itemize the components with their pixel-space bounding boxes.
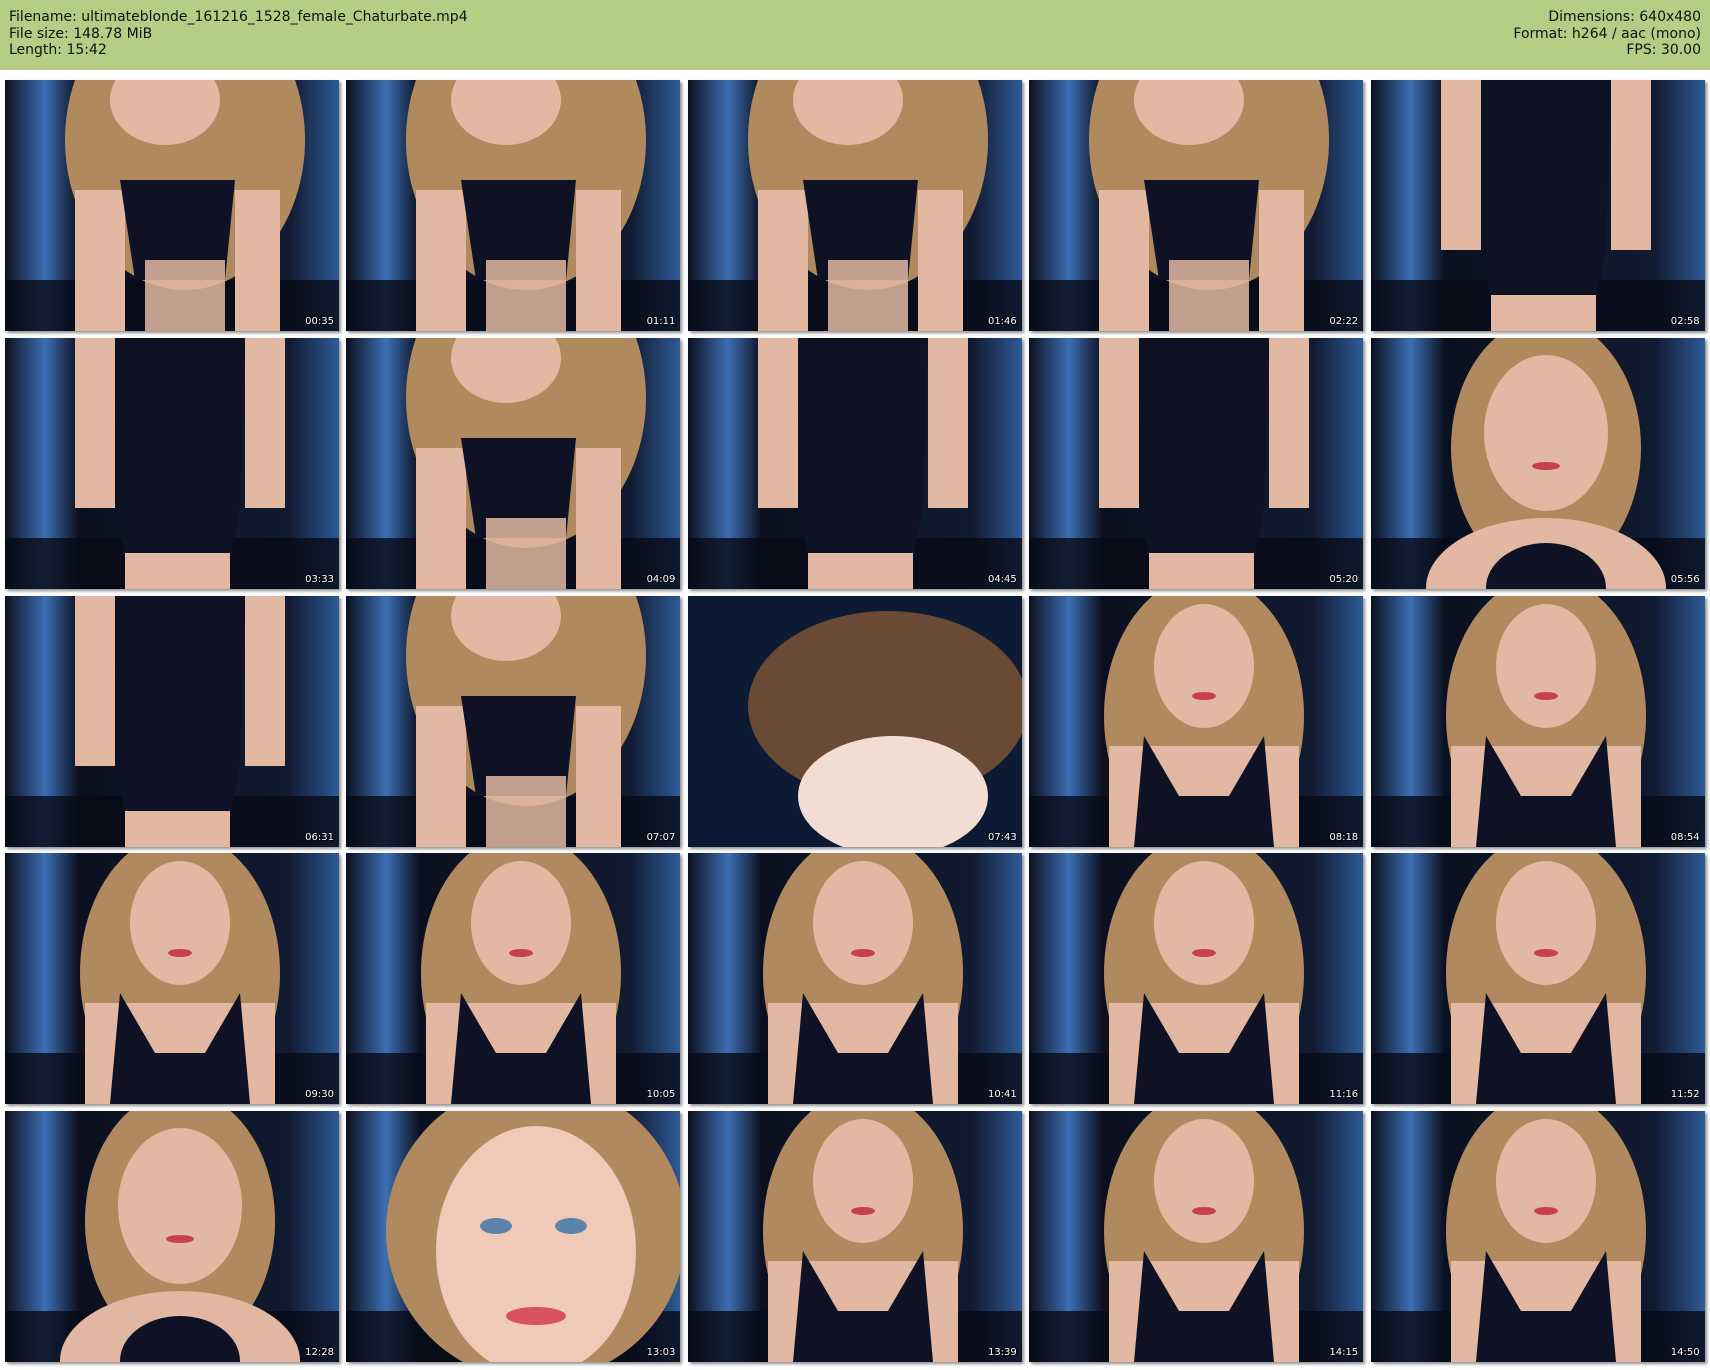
timestamp-label: 01:11 — [646, 316, 676, 327]
frame-image — [1370, 80, 1705, 331]
frame-image — [687, 853, 1022, 1105]
video-thumbnail[interactable]: 03:33 — [5, 337, 339, 589]
frame-image — [5, 853, 339, 1105]
video-thumbnail[interactable]: 02:22 — [1029, 80, 1364, 331]
frame-image — [687, 595, 1022, 847]
frame-image — [1370, 337, 1705, 589]
timestamp-label: 01:46 — [987, 316, 1017, 327]
video-thumbnail[interactable]: 06:31 — [5, 595, 339, 847]
video-thumbnail[interactable]: 14:50 — [1370, 1111, 1705, 1363]
filename-text: Filename: ultimateblonde_161216_1528_fem… — [9, 9, 468, 25]
frame-image — [1370, 595, 1705, 847]
video-thumbnail[interactable]: 04:09 — [346, 337, 681, 589]
timestamp-label: 09:30 — [305, 1089, 334, 1101]
timestamp-label: 03:33 — [305, 573, 334, 585]
video-thumbnail[interactable]: 02:58 — [1370, 80, 1705, 331]
video-thumbnail[interactable]: 13:03 — [346, 1111, 681, 1363]
filesize-text: File size: 148.78 MiB — [9, 25, 153, 42]
timestamp-label: 08:18 — [1329, 831, 1359, 843]
frame-image — [1029, 80, 1364, 331]
video-thumbnail[interactable]: 10:41 — [687, 853, 1022, 1105]
video-thumbnail[interactable]: 04:45 — [687, 337, 1022, 589]
video-thumbnail[interactable]: 01:46 — [687, 80, 1022, 331]
frame-image — [687, 80, 1022, 331]
length-text: Length: 15:42 — [9, 42, 107, 58]
timestamp-label: 06:31 — [305, 831, 334, 843]
timestamp-label: 11:16 — [1329, 1089, 1359, 1101]
video-thumbnail[interactable]: 13:39 — [687, 1111, 1022, 1363]
frame-image — [346, 337, 681, 589]
thumbnail-grid: 00:35 01:11 01:46 02:22 02:58 03:33 04:09 04:45… — [5, 80, 1705, 1363]
stream-info: Dimensions: 640x480 Format: h264 / aac (… — [1513, 9, 1701, 59]
timestamp-label: 07:43 — [987, 831, 1017, 843]
frame-image — [687, 1111, 1022, 1363]
timestamp-label: 11:52 — [1670, 1089, 1700, 1101]
video-thumbnail[interactable]: 11:16 — [1029, 853, 1364, 1105]
video-thumbnail[interactable]: 08:54 — [1370, 595, 1705, 847]
frame-image — [1029, 595, 1364, 847]
video-thumbnail[interactable]: 14:15 — [1029, 1111, 1364, 1363]
timestamp-label: 13:03 — [646, 1347, 676, 1359]
timestamp-label: 02:22 — [1329, 316, 1359, 327]
video-thumbnail[interactable]: 10:05 — [346, 853, 681, 1105]
frame-image — [5, 80, 339, 331]
timestamp-label: 13:39 — [987, 1347, 1017, 1359]
timestamp-label: 05:56 — [1670, 573, 1700, 585]
fps-text: FPS: 30.00 — [1626, 42, 1701, 58]
timestamp-label: 05:20 — [1329, 573, 1359, 585]
format-text: Format: h264 / aac (mono) — [1513, 25, 1701, 42]
frame-image — [1370, 1111, 1705, 1363]
dimensions-text: Dimensions: 640x480 — [1548, 9, 1701, 25]
video-thumbnail[interactable]: 12:28 — [5, 1111, 339, 1363]
timestamp-label: 14:50 — [1670, 1347, 1700, 1359]
frame-image — [687, 337, 1022, 589]
video-thumbnail[interactable]: 08:18 — [1029, 595, 1364, 847]
video-thumbnail[interactable]: 07:07 — [346, 595, 681, 847]
timestamp-label: 10:05 — [646, 1089, 676, 1101]
file-info: Filename: ultimateblonde_161216_1528_fem… — [9, 9, 468, 59]
frame-image — [346, 1111, 681, 1363]
frame-image — [346, 853, 681, 1105]
timestamp-label: 04:45 — [987, 573, 1017, 585]
video-thumbnail[interactable]: 00:35 — [5, 80, 339, 331]
video-thumbnail[interactable]: 05:56 — [1370, 337, 1705, 589]
timestamp-label: 04:09 — [646, 573, 676, 585]
info-header: Filename: ultimateblonde_161216_1528_fem… — [0, 0, 1710, 70]
timestamp-label: 12:28 — [305, 1347, 334, 1359]
timestamp-label: 14:15 — [1329, 1347, 1359, 1359]
frame-image — [5, 1111, 339, 1363]
video-thumbnail[interactable]: 07:43 — [687, 595, 1022, 847]
video-thumbnail[interactable]: 11:52 — [1370, 853, 1705, 1105]
frame-image — [5, 595, 339, 847]
timestamp-label: 07:07 — [646, 831, 676, 843]
frame-image — [5, 337, 339, 589]
frame-image — [1029, 853, 1364, 1105]
timestamp-label: 08:54 — [1670, 831, 1700, 843]
timestamp-label: 10:41 — [987, 1089, 1017, 1101]
timestamp-label: 00:35 — [305, 316, 334, 327]
frame-image — [346, 80, 681, 331]
frame-image — [1029, 1111, 1364, 1363]
frame-image — [1029, 337, 1364, 589]
frame-image — [346, 595, 681, 847]
video-thumbnail[interactable]: 09:30 — [5, 853, 339, 1105]
video-thumbnail[interactable]: 05:20 — [1029, 337, 1364, 589]
timestamp-label: 02:58 — [1670, 316, 1700, 327]
video-thumbnail[interactable]: 01:11 — [346, 80, 681, 331]
frame-image — [1370, 853, 1705, 1105]
